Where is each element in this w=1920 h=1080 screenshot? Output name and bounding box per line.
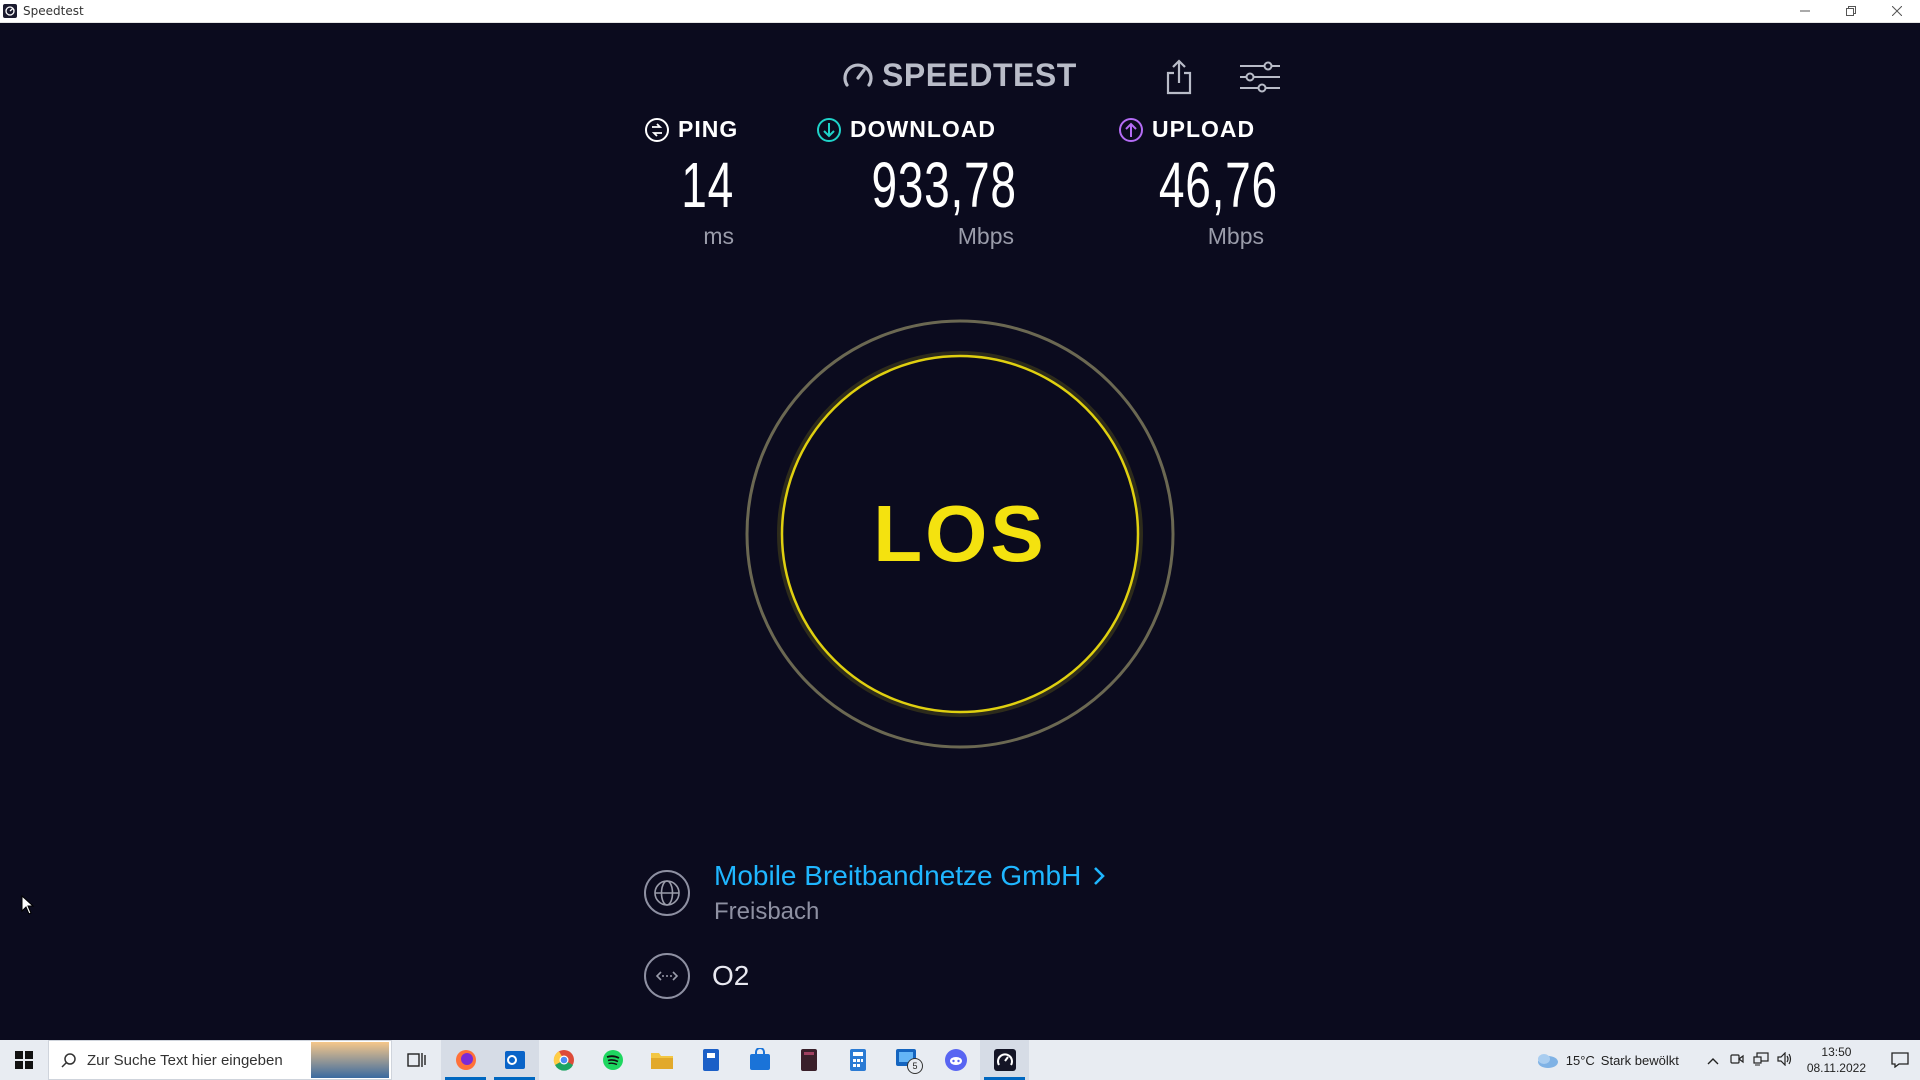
speedtest-app: SPEEDTEST PING 14 ms DOWNLOAD 933,78 Mbp… [0, 23, 1920, 1040]
chevron-up-icon[interactable] [1701, 1053, 1725, 1068]
clock-date: 08.11.2022 [1806, 1061, 1866, 1075]
discord-icon [944, 1049, 967, 1071]
cloud-icon [1537, 1054, 1558, 1068]
chrome-icon [553, 1050, 574, 1071]
download-label: DOWNLOAD [850, 116, 996, 142]
server-info[interactable]: Mobile Breitbandnetze GmbH Freisbach [644, 860, 1109, 926]
upload-unit: Mbps [1207, 223, 1264, 249]
chevron-right-icon [1094, 867, 1106, 885]
app-blue-icon [702, 1049, 719, 1071]
taskbar-spotify[interactable] [588, 1040, 637, 1080]
taskbar-file-explorer[interactable] [637, 1040, 686, 1080]
connection-info[interactable]: O2 [644, 953, 749, 999]
speedtest-logo: SPEEDTEST [840, 57, 1077, 94]
taskbar-app-badge[interactable]: 5 [882, 1040, 931, 1080]
taskbar-app-dark[interactable] [784, 1040, 833, 1080]
outlook-icon [504, 1051, 525, 1069]
download-header: DOWNLOAD [816, 116, 1016, 143]
meet-now-icon[interactable] [1725, 1053, 1749, 1068]
task-view-icon [406, 1053, 426, 1067]
app-dark-icon [800, 1049, 817, 1071]
close-button[interactable] [1874, 0, 1920, 23]
isp-name: Mobile Breitbandnetze GmbH [714, 860, 1082, 891]
ping-icon [645, 117, 669, 142]
upload-arrow-icon [1119, 117, 1143, 142]
taskbar-store[interactable] [735, 1040, 784, 1080]
minimize-icon [1800, 10, 1810, 12]
window-title: Speedtest [23, 4, 84, 18]
action-center-button[interactable] [1880, 1052, 1920, 1068]
upload-value: 46,76 [1158, 149, 1278, 221]
network-icon[interactable] [1749, 1051, 1773, 1069]
spotify-icon [602, 1050, 623, 1070]
connection-icon [644, 953, 690, 999]
download-arrow-icon [817, 117, 841, 142]
taskbar-discord[interactable] [931, 1040, 980, 1080]
search-placeholder: Zur Suche Text hier eingeben [87, 1051, 283, 1069]
close-icon [1892, 6, 1902, 16]
windows-icon [15, 1051, 33, 1069]
carrier-name: O2 [712, 960, 750, 991]
ping-label: PING [678, 116, 739, 142]
server-location: Freisbach [714, 898, 820, 925]
system-tray: 15°C Stark bewölkt 13:50 08.11.2022 [1534, 1040, 1920, 1080]
ping-unit: ms [703, 223, 734, 249]
sliders-icon [1240, 61, 1280, 93]
minimize-button[interactable] [1782, 0, 1828, 23]
settings-button[interactable] [1236, 55, 1284, 99]
weather-widget[interactable]: 15°C Stark bewölkt [1534, 1051, 1679, 1069]
speedometer-icon [843, 63, 873, 87]
start-button[interactable] [0, 1040, 48, 1080]
firefox-icon [455, 1050, 476, 1070]
taskbar-outlook[interactable] [490, 1040, 539, 1080]
notification-badge: 5 [907, 1058, 923, 1074]
download-unit: Mbps [957, 223, 1014, 249]
speedtest-icon [993, 1049, 1016, 1071]
ping-value: 14 [681, 149, 734, 221]
ping-header: PING [644, 116, 744, 143]
search-highlight-image [311, 1042, 389, 1078]
logo-text: SPEEDTEST [882, 57, 1077, 93]
speedtest-app-icon [3, 4, 17, 18]
share-icon [1166, 59, 1192, 95]
share-button[interactable] [1155, 55, 1203, 99]
upload-label: UPLOAD [1152, 116, 1256, 142]
clock-time: 13:50 [1821, 1045, 1852, 1059]
taskbar-firefox[interactable] [441, 1040, 490, 1080]
go-button[interactable]: LOS [782, 356, 1138, 712]
mouse-cursor-icon [21, 895, 35, 915]
download-metric: DOWNLOAD 933,78 Mbps [816, 116, 1016, 250]
volume-icon[interactable] [1773, 1051, 1797, 1069]
globe-icon [644, 870, 690, 916]
store-icon [749, 1048, 770, 1070]
taskbar-speedtest[interactable] [980, 1040, 1029, 1080]
window-titlebar: Speedtest [0, 0, 1920, 23]
download-value: 933,78 [871, 149, 1017, 221]
weather-temp: 15°C [1565, 1052, 1595, 1068]
taskbar-search[interactable]: Zur Suche Text hier eingeben [48, 1040, 392, 1080]
folder-icon [650, 1053, 673, 1069]
upload-metric: UPLOAD 46,76 Mbps [1118, 116, 1278, 250]
search-icon [61, 1053, 76, 1068]
taskbar: Zur Suche Text hier eingeben 5 15°C Star… [0, 1040, 1920, 1080]
calculator-icon [849, 1049, 866, 1071]
restore-icon [1846, 6, 1856, 16]
taskbar-calculator[interactable] [833, 1040, 882, 1080]
task-view-button[interactable] [392, 1040, 441, 1080]
taskbar-clock[interactable]: 13:50 08.11.2022 [1807, 1044, 1866, 1076]
weather-text: Stark bewölkt [1600, 1052, 1679, 1068]
notification-icon [1891, 1052, 1909, 1068]
restore-button[interactable] [1828, 0, 1874, 23]
taskbar-chrome[interactable] [539, 1040, 588, 1080]
ping-metric: PING 14 ms [644, 116, 744, 250]
upload-header: UPLOAD [1118, 116, 1268, 143]
taskbar-app-blue[interactable] [686, 1040, 735, 1080]
isp-link[interactable]: Mobile Breitbandnetze GmbH [714, 860, 1109, 892]
